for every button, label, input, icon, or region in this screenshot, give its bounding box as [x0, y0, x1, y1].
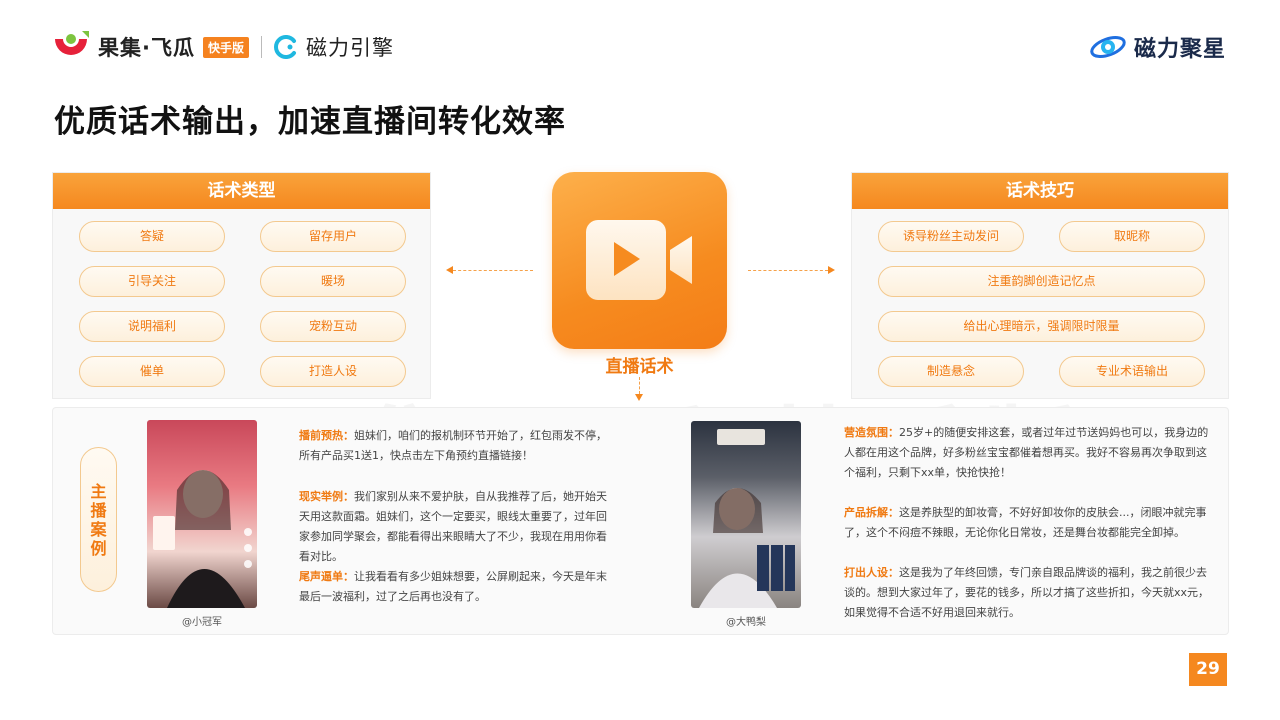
header-logo-right: 磁力聚星 [1088, 30, 1226, 64]
brand-tag-badge: 快手版 [202, 36, 249, 58]
case-paragraph: 尾声逼单：让我看看有多少姐妹想要，公屏刷起来，今天是年末最后一波福利，过了之后再… [299, 567, 617, 607]
speech-type-pill: 暖场 [260, 266, 406, 297]
case-paragraph-label: 营造氛围： [844, 426, 899, 439]
arrow-left-head [446, 266, 453, 274]
speech-skill-pill: 制造悬念 [878, 356, 1024, 387]
speech-type-panel-title: 话术类型 [53, 173, 430, 209]
livestream-screenshot-image [153, 470, 252, 608]
speech-skill-pill: 诱导粉丝主动发问 [878, 221, 1024, 252]
speech-type-pill: 答疑 [79, 221, 225, 252]
page-number: 29 [1189, 653, 1227, 686]
speech-type-pill: 引导关注 [79, 266, 225, 297]
page-title: 优质话术输出，加速直播间转化效率 [54, 104, 566, 140]
case-paragraph-label: 现实举例： [299, 490, 354, 503]
case-paragraph-text: 25岁+的随便安排这套，或者过年过节送妈妈也可以，我身边的人都在用这个品牌，好多… [844, 426, 1209, 479]
header-logo-left: 果集·飞瓜 快手版 磁力引擎 [52, 30, 394, 64]
case-paragraph-label: 产品拆解： [844, 506, 899, 519]
case-paragraph: 营造氛围：25岁+的随便安排这套，或者过年过节送妈妈也可以，我身边的人都在用这个… [844, 423, 1214, 483]
connector-down [639, 377, 640, 394]
arrow-right-head [828, 266, 835, 274]
speech-skill-pill: 专业术语输出 [1059, 356, 1205, 387]
video-camera-icon [586, 220, 692, 300]
connector-left [453, 270, 533, 271]
speech-skill-panel-title: 话术技巧 [852, 173, 1228, 209]
connector-right [748, 270, 828, 271]
anchor-case-tag: 主播案例 [80, 447, 117, 592]
center-label: 直播话术 [605, 357, 674, 377]
case-paragraph-label: 播前预热： [299, 429, 354, 442]
brand-right-text: 磁力聚星 [1133, 37, 1226, 62]
live-speech-tile [552, 172, 727, 349]
brand-main-text: 果集·飞瓜 [98, 36, 195, 60]
speech-skill-pill: 给出心理暗示，强调限时限量 [878, 311, 1205, 342]
speech-type-pill: 催单 [79, 356, 225, 387]
anchor-screenshot-right [691, 421, 801, 608]
case-paragraph-label: 尾声逼单： [299, 570, 354, 583]
guoji-logo-icon [55, 31, 89, 55]
case-paragraph-text: 这是我为了年终回馈，专门亲自跟品牌谈的福利，我之前很少去谈的。想到大家过年了，要… [844, 566, 1210, 619]
case-paragraph-text: 这是养肤型的卸妆膏，不好好卸妆你的皮肤会...，闭眼冲就完事了，这个不闷痘不辣眼… [844, 506, 1207, 539]
speech-type-pill: 留存用户 [260, 221, 406, 252]
case-paragraph: 现实举例：我们家别从来不爱护肤，自从我推荐了后，她开始天天用这款面霜。姐妹们，这… [299, 487, 617, 567]
brand-partner-text: 磁力引擎 [306, 36, 394, 60]
anchor-handle-left: @小冠军 [182, 617, 222, 628]
header-divider [261, 36, 262, 58]
case-paragraph: 播前预热：姐妹们，咱们的报机制环节开始了，红包雨发不停，所有产品买1送1，快点击… [299, 426, 617, 466]
case-paragraph: 产品拆解：这是养肤型的卸妆膏，不好好卸妆你的皮肤会...，闭眼冲就完事了，这个不… [844, 503, 1214, 543]
livestream-screenshot-image [699, 429, 795, 608]
cili-star-logo-icon [1090, 35, 1126, 59]
anchor-handle-right: @大鸭梨 [726, 617, 766, 628]
anchor-screenshot-left [147, 420, 257, 608]
speech-type-pill: 说明福利 [79, 311, 225, 342]
case-paragraph: 打出人设：这是我为了年终回馈，专门亲自跟品牌谈的福利，我之前很少去谈的。想到大家… [844, 563, 1214, 623]
cili-engine-icon [274, 35, 296, 59]
speech-skill-pill: 注重韵脚创造记忆点 [878, 266, 1205, 297]
speech-skill-panel: 话术技巧 诱导粉丝主动发问 取昵称 注重韵脚创造记忆点 给出心理暗示，强调限时限… [851, 172, 1229, 399]
speech-type-pill: 打造人设 [260, 356, 406, 387]
case-paragraph-label: 打出人设： [844, 566, 899, 579]
speech-type-panel: 话术类型 答疑 留存用户 引导关注 暖场 说明福利 宠粉互动 催单 打造人设 [52, 172, 431, 399]
anchor-case-tag-text: 主播案例 [90, 481, 107, 558]
speech-type-pill: 宠粉互动 [260, 311, 406, 342]
speech-skill-pill: 取昵称 [1059, 221, 1205, 252]
arrow-down-head [635, 394, 643, 401]
